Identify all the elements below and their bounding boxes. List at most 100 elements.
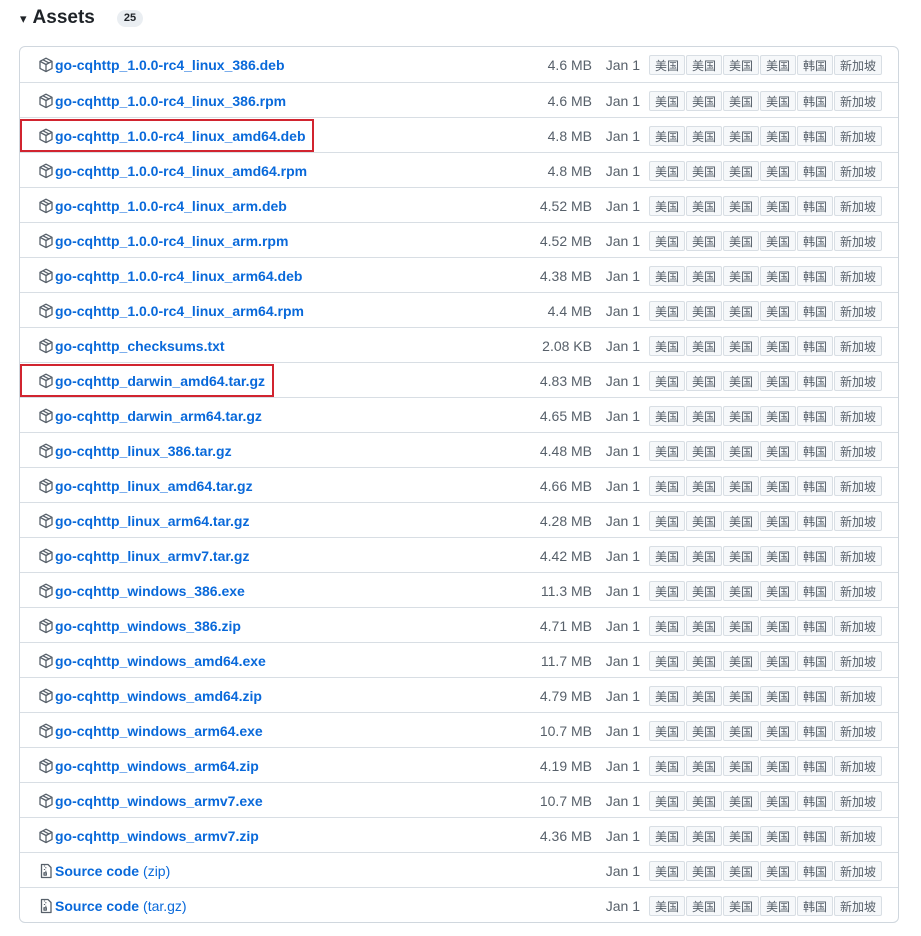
asset-link[interactable]: go-cqhttp_linux_arm64.tar.gz [38, 503, 249, 538]
mirror-button[interactable]: 美国 [649, 231, 685, 251]
mirror-button[interactable]: 新加坡 [834, 336, 882, 356]
mirror-button[interactable]: 美国 [649, 91, 685, 111]
asset-link[interactable]: go-cqhttp_windows_386.exe [38, 573, 245, 608]
mirror-button[interactable]: 美国 [649, 371, 685, 391]
mirror-button[interactable]: 美国 [649, 406, 685, 426]
mirror-button[interactable]: 美国 [760, 301, 796, 321]
mirror-button[interactable]: 美国 [686, 896, 722, 916]
mirror-button[interactable]: 美国 [686, 55, 722, 75]
mirror-button[interactable]: 美国 [686, 546, 722, 566]
mirror-button[interactable]: 美国 [686, 301, 722, 321]
mirror-button[interactable]: 韩国 [797, 476, 833, 496]
asset-link[interactable]: Source code (zip) [38, 853, 170, 888]
mirror-button[interactable]: 美国 [686, 196, 722, 216]
mirror-button[interactable]: 美国 [723, 826, 759, 846]
mirror-button[interactable]: 美国 [686, 581, 722, 601]
asset-link[interactable]: go-cqhttp_1.0.0-rc4_linux_arm.deb [38, 188, 287, 223]
mirror-button[interactable]: 美国 [649, 651, 685, 671]
mirror-button[interactable]: 美国 [760, 651, 796, 671]
mirror-button[interactable]: 美国 [686, 616, 722, 636]
asset-link[interactable]: go-cqhttp_1.0.0-rc4_linux_386.rpm [38, 83, 286, 118]
mirror-button[interactable]: 美国 [723, 126, 759, 146]
asset-link[interactable]: go-cqhttp_linux_386.tar.gz [38, 433, 232, 468]
mirror-button[interactable]: 美国 [723, 441, 759, 461]
mirror-button[interactable]: 美国 [760, 336, 796, 356]
mirror-button[interactable]: 韩国 [797, 686, 833, 706]
mirror-button[interactable]: 美国 [686, 406, 722, 426]
mirror-button[interactable]: 美国 [686, 336, 722, 356]
mirror-button[interactable]: 韩国 [797, 231, 833, 251]
mirror-button[interactable]: 美国 [649, 55, 685, 75]
mirror-button[interactable]: 韩国 [797, 826, 833, 846]
mirror-button[interactable]: 韩国 [797, 896, 833, 916]
mirror-button[interactable]: 美国 [649, 266, 685, 286]
mirror-button[interactable]: 美国 [760, 546, 796, 566]
asset-link[interactable]: go-cqhttp_1.0.0-rc4_linux_arm64.rpm [38, 293, 304, 328]
mirror-button[interactable]: 新加坡 [834, 196, 882, 216]
mirror-button[interactable]: 美国 [760, 721, 796, 741]
mirror-button[interactable]: 新加坡 [834, 161, 882, 181]
mirror-button[interactable]: 韩国 [797, 546, 833, 566]
mirror-button[interactable]: 美国 [649, 791, 685, 811]
mirror-button[interactable]: 韩国 [797, 721, 833, 741]
mirror-button[interactable]: 美国 [723, 161, 759, 181]
mirror-button[interactable]: 新加坡 [834, 126, 882, 146]
mirror-button[interactable]: 美国 [649, 721, 685, 741]
mirror-button[interactable]: 韩国 [797, 55, 833, 75]
asset-link[interactable]: go-cqhttp_darwin_arm64.tar.gz [38, 398, 262, 433]
mirror-button[interactable]: 美国 [760, 616, 796, 636]
asset-link[interactable]: go-cqhttp_windows_386.zip [38, 608, 241, 643]
asset-link[interactable]: go-cqhttp_windows_armv7.exe [38, 783, 263, 818]
mirror-button[interactable]: 美国 [649, 441, 685, 461]
mirror-button[interactable]: 美国 [649, 301, 685, 321]
mirror-button[interactable]: 美国 [686, 791, 722, 811]
mirror-button[interactable]: 韩国 [797, 161, 833, 181]
mirror-button[interactable]: 美国 [723, 55, 759, 75]
mirror-button[interactable]: 美国 [723, 371, 759, 391]
asset-link[interactable]: go-cqhttp_windows_amd64.zip [38, 678, 262, 713]
mirror-button[interactable]: 美国 [686, 161, 722, 181]
mirror-button[interactable]: 新加坡 [834, 581, 882, 601]
mirror-button[interactable]: 美国 [649, 616, 685, 636]
mirror-button[interactable]: 美国 [723, 616, 759, 636]
mirror-button[interactable]: 新加坡 [834, 301, 882, 321]
mirror-button[interactable]: 韩国 [797, 336, 833, 356]
mirror-button[interactable]: 新加坡 [834, 406, 882, 426]
asset-link[interactable]: go-cqhttp_darwin_amd64.tar.gz [38, 363, 265, 398]
mirror-button[interactable]: 美国 [649, 161, 685, 181]
asset-link[interactable]: go-cqhttp_windows_amd64.exe [38, 643, 266, 678]
mirror-button[interactable]: 美国 [723, 266, 759, 286]
mirror-button[interactable]: 美国 [760, 686, 796, 706]
mirror-button[interactable]: 新加坡 [834, 686, 882, 706]
mirror-button[interactable]: 新加坡 [834, 896, 882, 916]
mirror-button[interactable]: 新加坡 [834, 231, 882, 251]
mirror-button[interactable]: 美国 [686, 371, 722, 391]
asset-link[interactable]: go-cqhttp_linux_armv7.tar.gz [38, 538, 249, 573]
mirror-button[interactable]: 韩国 [797, 651, 833, 671]
mirror-button[interactable]: 美国 [723, 91, 759, 111]
mirror-button[interactable]: 新加坡 [834, 371, 882, 391]
mirror-button[interactable]: 美国 [760, 266, 796, 286]
asset-link[interactable]: Source code (tar.gz) [38, 888, 187, 923]
mirror-button[interactable]: 新加坡 [834, 756, 882, 776]
mirror-button[interactable]: 韩国 [797, 91, 833, 111]
mirror-button[interactable]: 美国 [760, 476, 796, 496]
mirror-button[interactable]: 美国 [723, 651, 759, 671]
asset-link[interactable]: go-cqhttp_windows_arm64.exe [38, 713, 263, 748]
mirror-button[interactable]: 美国 [760, 511, 796, 531]
mirror-button[interactable]: 韩国 [797, 406, 833, 426]
mirror-button[interactable]: 美国 [723, 196, 759, 216]
caret-down-icon[interactable]: ▾ [20, 12, 27, 25]
mirror-button[interactable]: 美国 [649, 896, 685, 916]
asset-link[interactable]: go-cqhttp_1.0.0-rc4_linux_386.deb [38, 47, 285, 82]
mirror-button[interactable]: 美国 [760, 441, 796, 461]
mirror-button[interactable]: 美国 [723, 511, 759, 531]
mirror-button[interactable]: 韩国 [797, 266, 833, 286]
asset-link[interactable]: go-cqhttp_windows_arm64.zip [38, 748, 259, 783]
assets-header[interactable]: ▾ Assets 25 [20, 5, 144, 31]
mirror-button[interactable]: 美国 [649, 476, 685, 496]
mirror-button[interactable]: 新加坡 [834, 651, 882, 671]
mirror-button[interactable]: 美国 [760, 861, 796, 881]
mirror-button[interactable]: 美国 [760, 896, 796, 916]
mirror-button[interactable]: 韩国 [797, 196, 833, 216]
